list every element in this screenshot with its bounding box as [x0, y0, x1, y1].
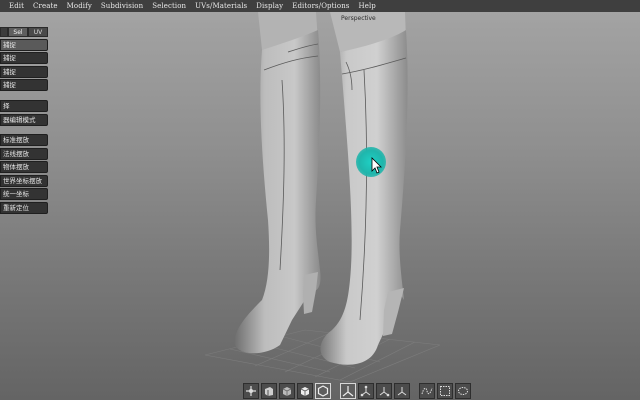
- cube-shaded-icon[interactable]: [279, 383, 295, 399]
- hexagon-icon[interactable]: [315, 383, 331, 399]
- tab-collapsed[interactable]: [0, 27, 8, 37]
- cube-wire-icon[interactable]: [297, 383, 313, 399]
- pivot-icon[interactable]: [243, 383, 259, 399]
- axis-z-icon[interactable]: [394, 383, 410, 399]
- pointer-icon: [371, 157, 382, 174]
- snap-button-4[interactable]: 捕捉: [0, 79, 48, 91]
- lasso-icon[interactable]: [455, 383, 471, 399]
- menu-selection[interactable]: Selection: [152, 2, 186, 10]
- menu-edit[interactable]: Edit: [9, 2, 24, 10]
- axis-tripod-icon[interactable]: [340, 383, 356, 399]
- standard-place-button[interactable]: 标准摆放: [0, 134, 48, 146]
- boots-model: [204, 12, 441, 383]
- world-place-button[interactable]: 世界坐标摆放: [0, 175, 48, 187]
- viewport-label: Perspective: [341, 15, 376, 22]
- curve-icon[interactable]: [419, 383, 435, 399]
- menu-create[interactable]: Create: [33, 2, 58, 10]
- object-place-button[interactable]: 物体摆放: [0, 161, 48, 173]
- reposition-button[interactable]: 重新定位: [0, 202, 48, 214]
- unify-coords-button[interactable]: 统一坐标: [0, 188, 48, 200]
- tab-uv[interactable]: UV: [28, 27, 48, 37]
- grid-select-icon[interactable]: [437, 383, 453, 399]
- extrude-icon[interactable]: [261, 383, 277, 399]
- normal-place-button[interactable]: 法线摆放: [0, 148, 48, 160]
- snap-button-1[interactable]: 捕捉: [0, 39, 48, 51]
- panel-tabs: Sel UV: [0, 27, 48, 38]
- menu-editors-options[interactable]: Editors/Options: [292, 2, 349, 10]
- snap-button-2[interactable]: 捕捉: [0, 52, 48, 64]
- axis-y-icon[interactable]: [376, 383, 392, 399]
- menu-display[interactable]: Display: [256, 2, 283, 10]
- menu-subdivision[interactable]: Subdivision: [101, 2, 143, 10]
- snap-button-3[interactable]: 捕捉: [0, 66, 48, 78]
- cursor-highlight: [356, 147, 386, 177]
- select-button[interactable]: 择: [0, 100, 48, 112]
- menu-uvs-materials[interactable]: UVs/Materials: [195, 2, 247, 10]
- bottom-toolbar: [243, 382, 473, 400]
- tab-sel[interactable]: Sel: [8, 27, 28, 37]
- menu-bar: Edit Create Modify Subdivision Selection…: [0, 0, 640, 12]
- axis-x-icon[interactable]: [358, 383, 374, 399]
- 3d-viewport[interactable]: [0, 12, 640, 400]
- editor-mode-button[interactable]: 器编辑模式: [0, 114, 48, 126]
- menu-help[interactable]: Help: [359, 2, 376, 10]
- menu-modify[interactable]: Modify: [67, 2, 92, 10]
